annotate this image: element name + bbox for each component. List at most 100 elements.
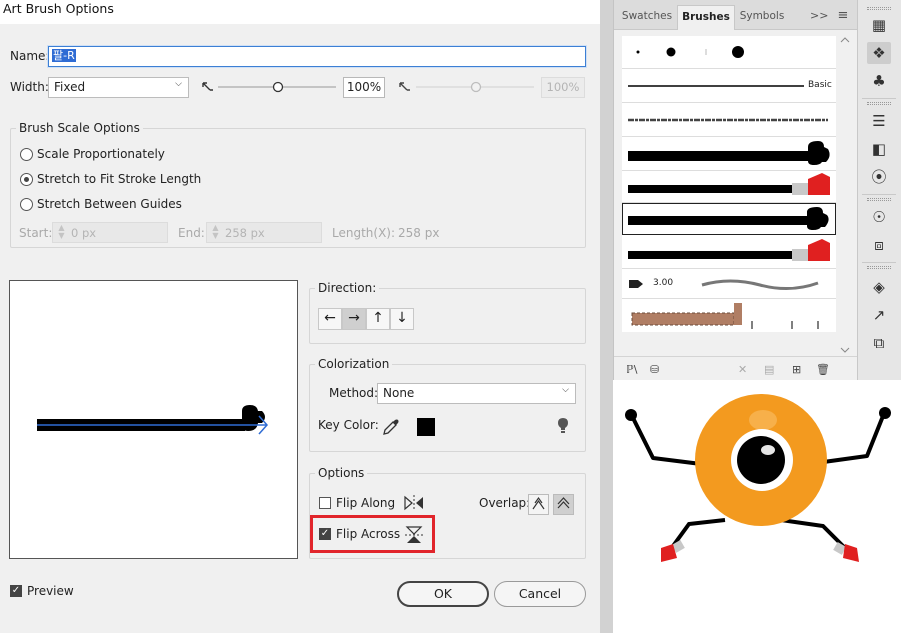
stroke-icon[interactable]: ☰ (867, 110, 891, 132)
stretch-between-guides-label: Stretch Between Guides (37, 197, 182, 211)
swatches-icon[interactable]: ▦ (867, 14, 891, 36)
panel-tabs: Swatches Brushes Symbols >> ≡ (614, 0, 858, 30)
direction-left-button[interactable]: ← (318, 308, 342, 330)
layers-icon[interactable]: ◈ (867, 276, 891, 298)
panel-icon-bar: ▦ ❖ ♣ ☰ ◧ ⦿ ☉ ⧈ ◈ ↗ ⧉ (857, 0, 901, 380)
width-label: Width: (10, 80, 49, 94)
libraries-panel-icon[interactable]: ⛁ (650, 363, 659, 376)
panel-grip (867, 102, 891, 105)
brush-row-round-end[interactable] (622, 137, 836, 171)
overlap-adjust-button[interactable] (528, 494, 549, 515)
calligraphic-brushes (636, 46, 744, 58)
flip-along-icon (404, 495, 423, 511)
round-end-brush-stroke (628, 141, 830, 165)
method-select[interactable]: None ⌵ (377, 383, 576, 404)
key-color-label: Key Color: (318, 418, 379, 432)
overlap-adjust-icon (532, 496, 545, 510)
lightbulb-tips-icon[interactable] (556, 416, 570, 436)
separator (862, 194, 896, 195)
brushes-panel-toolbar: ℙ\ ⛁ ✕ ▤ ⊞ 🗑 (614, 356, 858, 380)
panel-grip (867, 7, 891, 10)
remove-stroke-icon[interactable]: ✕ (738, 363, 747, 376)
new-brush-icon[interactable]: ⊞ (792, 363, 801, 376)
radio-stretch-between-guides[interactable] (20, 198, 33, 211)
pressure-pen-icon (202, 82, 213, 91)
brush-preview-canvas (9, 280, 298, 559)
tab-brushes[interactable]: Brushes (677, 5, 735, 30)
brush-row-tapered[interactable]: 3.00 (622, 269, 836, 299)
direction-right-button[interactable]: → (342, 308, 366, 330)
variation-percent-input-disabled: 100% (541, 77, 585, 98)
end-input-disabled: ▲ ▼ 258 px (206, 222, 322, 243)
options-label: Options (315, 466, 368, 480)
flip-along-label: Flip Along (336, 496, 396, 510)
variation-percent-value: 100% (546, 80, 580, 94)
radio-stretch-to-fit[interactable] (20, 173, 33, 186)
radio-scale-proportionately[interactable] (20, 148, 33, 161)
end-value: 258 px (225, 226, 265, 240)
export-icon[interactable]: ↗ (867, 304, 891, 326)
width-percent-input[interactable]: 100% (343, 77, 385, 98)
overlap-label: Overlap: (479, 496, 531, 510)
dialog-title: Art Brush Options (3, 1, 114, 16)
brush-row-red-end[interactable] (622, 171, 836, 203)
artboards-icon[interactable]: ⧉ (867, 332, 891, 354)
flip-across-checkbox[interactable]: ✓ (319, 528, 331, 540)
direction-label: Direction: (315, 281, 380, 295)
tab-symbols[interactable]: Symbols (736, 5, 788, 30)
brush-list: Basic 3.00 (622, 36, 836, 332)
brush-options-icon[interactable]: ▤ (764, 363, 774, 376)
tapered-brush-stroke (701, 279, 819, 290)
tab-swatches[interactable]: Swatches (618, 5, 676, 30)
canvas-artwork (613, 386, 901, 633)
eyedropper-icon[interactable] (381, 417, 401, 437)
brush-libraries-icon[interactable]: ℙ\ (626, 363, 637, 376)
start-input-disabled: ▲ ▼ 0 px (52, 222, 168, 243)
brush-row-charcoal[interactable] (622, 103, 836, 137)
colorization-group (309, 364, 586, 452)
charcoal-brush-stroke (628, 118, 828, 122)
scale-proportionately-label: Scale Proportionately (37, 147, 165, 161)
preview-label: Preview (27, 584, 74, 598)
basic-brush-stroke (628, 85, 804, 87)
more-tabs-icon[interactable]: >> (810, 5, 828, 30)
overlap-avoid-button[interactable] (553, 494, 574, 515)
transparency-icon[interactable]: ⦿ (867, 166, 891, 188)
separator (862, 262, 896, 263)
brush-row-basic[interactable]: Basic (622, 69, 836, 103)
direction-up-button[interactable]: ↑ (366, 308, 390, 330)
delete-brush-icon[interactable]: 🗑 (816, 363, 830, 376)
brush-scale-options-label: Brush Scale Options (16, 121, 143, 135)
brush-stroke-preview (37, 405, 269, 435)
preview-checkbox[interactable]: ✓ (10, 585, 22, 597)
symbols-icon[interactable]: ♣ (867, 70, 891, 92)
name-label: Name: (10, 49, 50, 63)
key-color-swatch[interactable] (417, 418, 435, 436)
brush-row-pattern[interactable] (622, 299, 836, 332)
chevron-down-icon: ⌵ (562, 385, 569, 395)
method-label: Method: (329, 386, 379, 400)
appearance-icon[interactable]: ☉ (867, 206, 891, 228)
graphic-styles-icon[interactable]: ⧈ (867, 234, 891, 256)
brush-row-red-end-2[interactable] (622, 235, 836, 269)
panel-menu-icon[interactable]: ≡ (834, 5, 852, 30)
name-input[interactable]: 팔-R (48, 46, 586, 67)
panel-grip (867, 266, 891, 269)
flip-along-checkbox[interactable] (319, 497, 331, 509)
width-select[interactable]: Fixed ⌵ (48, 77, 189, 98)
brush-row-calligraphic[interactable] (622, 36, 836, 69)
brushes-icon[interactable]: ❖ (867, 42, 891, 64)
cancel-button[interactable]: Cancel (494, 581, 586, 607)
width-slider[interactable] (216, 79, 340, 95)
gradient-icon[interactable]: ◧ (867, 138, 891, 160)
brush-list-scrollbar[interactable] (838, 36, 852, 354)
method-select-value: None (383, 386, 415, 400)
panel-grip (867, 198, 891, 201)
ok-button[interactable]: OK (397, 581, 489, 607)
start-value: 0 px (71, 226, 97, 240)
direction-down-button[interactable]: ↓ (390, 308, 414, 330)
brush-row-selected[interactable] (622, 203, 836, 235)
pattern-brush-stroke (631, 303, 819, 329)
end-label: End: (178, 226, 205, 240)
stretch-to-fit-label: Stretch to Fit Stroke Length (37, 172, 202, 186)
